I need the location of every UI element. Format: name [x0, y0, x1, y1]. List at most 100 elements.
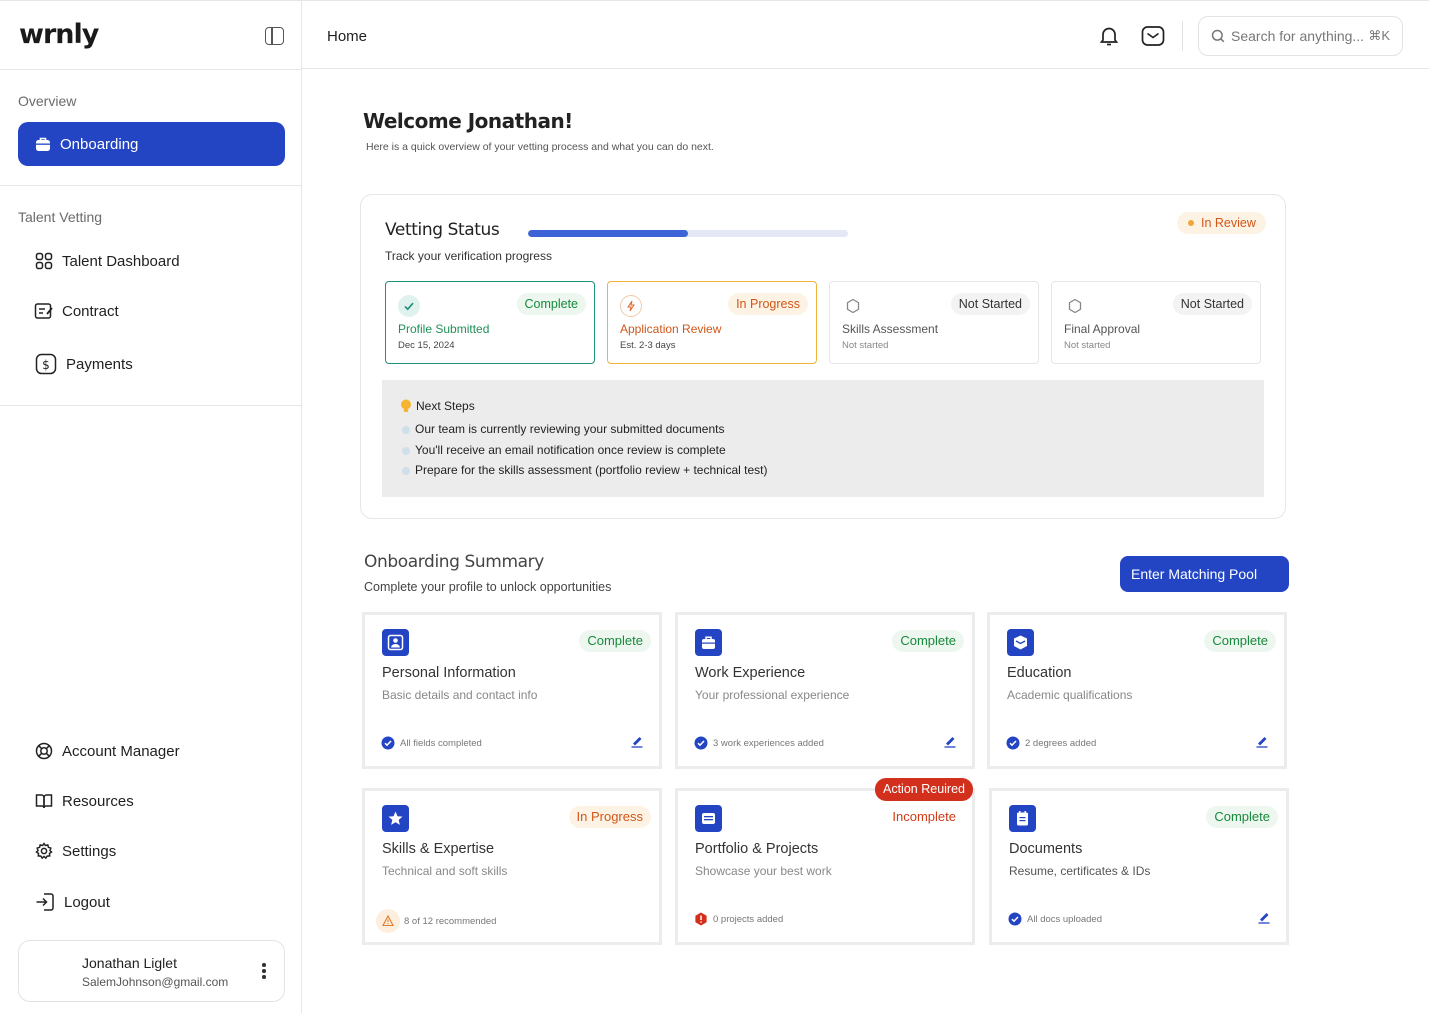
- card-skills-expertise[interactable]: In Progress Skills & Expertise Technical…: [362, 788, 662, 945]
- step-name: Final Approval: [1064, 322, 1141, 336]
- check-circle-icon: [1008, 912, 1022, 926]
- step-detail: Dec 15, 2024: [398, 340, 455, 351]
- sidebar: wrnly Overview Onboarding Talent Vetting…: [0, 0, 302, 1013]
- card-education[interactable]: Complete Education Academic qualificatio…: [987, 612, 1287, 769]
- card-subtitle: Resume, certificates & IDs: [1009, 864, 1151, 878]
- search-input[interactable]: Search for anything... ⌘K: [1198, 16, 1403, 56]
- search-icon: [1211, 29, 1225, 43]
- breadcrumb[interactable]: Home: [327, 28, 367, 45]
- card-footer-text: 0 projects added: [713, 913, 784, 925]
- sidebar-item-contract[interactable]: Contract: [34, 301, 119, 321]
- sidebar-item-label: Account Manager: [62, 742, 180, 760]
- more-vertical-icon[interactable]: [262, 963, 266, 981]
- vetting-status-card: Vetting Status Track your verification p…: [360, 194, 1286, 519]
- card-footer: 3 work experiences added: [694, 736, 824, 750]
- mail-icon[interactable]: [1141, 25, 1165, 47]
- step-name: Profile Submitted: [398, 322, 490, 336]
- check-circle-icon: [381, 736, 395, 750]
- sidebar-item-logout[interactable]: Logout: [34, 891, 110, 913]
- sidebar-item-resources[interactable]: Resources: [34, 791, 134, 811]
- section-overview: Overview: [18, 93, 77, 109]
- card-title: Education: [1007, 665, 1072, 681]
- step-badge: Not Started: [950, 293, 1030, 315]
- edit-icon[interactable]: [943, 734, 957, 748]
- star-icon: [382, 805, 409, 832]
- bell-icon[interactable]: [1098, 25, 1120, 47]
- card-title: Skills & Expertise: [382, 841, 495, 857]
- status-badge: Complete: [892, 630, 964, 652]
- enter-matching-pool-button[interactable]: Enter Matching Pool: [1120, 556, 1289, 592]
- card-footer-text: All fields completed: [400, 737, 482, 749]
- step-badge: Not Started: [1172, 293, 1252, 315]
- edit-icon[interactable]: [630, 734, 644, 748]
- app-logo[interactable]: wrnly: [19, 19, 99, 50]
- card-footer: 2 degrees added: [1006, 736, 1096, 750]
- card-title: Work Experience: [695, 665, 806, 681]
- search-placeholder: Search for anything...: [1231, 28, 1365, 44]
- status-badge: Complete: [1204, 630, 1276, 652]
- sidebar-item-account-manager[interactable]: Account Manager: [34, 741, 180, 761]
- step-skills-assessment[interactable]: Not Started Skills Assessment Not starte…: [829, 281, 1039, 364]
- gear-icon: [34, 841, 54, 861]
- document-icon: [1009, 805, 1036, 832]
- user-card[interactable]: Jonathan Liglet SalemJohnson@gmail.com: [18, 940, 285, 1002]
- topbar: Home Search for anything... ⌘K: [302, 0, 1429, 69]
- dollar-icon: $: [34, 352, 58, 376]
- step-application-review[interactable]: In Progress Application Review Est. 2-3 …: [607, 281, 817, 364]
- page-title: Welcome Jonathan!: [363, 109, 573, 133]
- next-step-item: Prepare for the skills assessment (portf…: [415, 463, 768, 477]
- warning-icon: [376, 909, 400, 933]
- briefcase-icon: [34, 135, 52, 153]
- card-subtitle: Your professional experience: [695, 688, 850, 702]
- user-name: Jonathan Liglet: [82, 955, 177, 971]
- card-title: Personal Information: [382, 665, 516, 681]
- step-badge: In Progress: [728, 293, 808, 315]
- card-portfolio-projects[interactable]: Incomplete Portfolio & Projects Showcase…: [675, 788, 975, 945]
- graduation-cap-icon: [1007, 629, 1034, 656]
- sidebar-item-onboarding[interactable]: Onboarding: [18, 122, 285, 166]
- card-footer: All fields completed: [381, 736, 482, 750]
- card-documents[interactable]: Complete Documents Resume, certificates …: [989, 788, 1289, 945]
- step-detail: Not started: [1064, 340, 1111, 351]
- divider: [1182, 21, 1183, 51]
- step-badge: Complete: [516, 293, 586, 315]
- card-subtitle: Academic qualifications: [1007, 688, 1133, 702]
- edit-icon[interactable]: [1255, 734, 1269, 748]
- bullet-dot: [402, 467, 410, 475]
- card-work-experience[interactable]: Complete Work Experience Your profession…: [675, 612, 975, 769]
- sidebar-item-talent-dashboard[interactable]: Talent Dashboard: [34, 251, 180, 271]
- section-talent-vetting: Talent Vetting: [18, 209, 103, 225]
- bullet-dot: [402, 426, 410, 434]
- card-title: Documents: [1009, 841, 1083, 857]
- book-icon: [34, 791, 54, 811]
- status-badge: Incomplete: [884, 806, 964, 828]
- action-required-badge: Action Reuired: [875, 778, 973, 801]
- card-personal-information[interactable]: Complete Personal Information Basic deta…: [362, 612, 662, 769]
- contract-icon: [34, 301, 54, 321]
- next-steps-panel: Next Steps Our team is currently reviewi…: [382, 380, 1264, 497]
- sidebar-item-label: Contract: [62, 302, 119, 320]
- sidebar-item-label: Logout: [64, 893, 110, 911]
- sidebar-item-payments[interactable]: $ Payments: [34, 352, 133, 376]
- edit-icon[interactable]: [1257, 910, 1271, 924]
- bullet-dot: [402, 447, 410, 455]
- step-profile-submitted[interactable]: Complete Profile Submitted Dec 15, 2024: [385, 281, 595, 364]
- page-subtitle: Here is a quick overview of your vetting…: [366, 141, 714, 153]
- user-badge-icon: [382, 629, 409, 656]
- status-badge: Complete: [1206, 806, 1278, 828]
- step-name: Application Review: [620, 322, 722, 336]
- search-shortcut: ⌘K: [1368, 28, 1390, 43]
- next-steps-title: Next Steps: [416, 399, 475, 413]
- sidebar-item-label: Onboarding: [60, 135, 139, 153]
- sidebar-toggle-icon[interactable]: [265, 27, 284, 45]
- lightbulb-icon: [400, 399, 412, 413]
- vetting-subtitle: Track your verification progress: [385, 249, 552, 263]
- card-title: Portfolio & Projects: [695, 841, 819, 857]
- hexagon-icon: [1064, 295, 1086, 317]
- sidebar-item-settings[interactable]: Settings: [34, 841, 116, 861]
- step-final-approval[interactable]: Not Started Final Approval Not started: [1051, 281, 1261, 364]
- card-footer-text: 8 of 12 recommended: [404, 915, 497, 927]
- summary-subtitle: Complete your profile to unlock opportun…: [364, 580, 612, 594]
- alert-icon: [694, 912, 708, 926]
- card-footer-text: 3 work experiences added: [713, 737, 824, 749]
